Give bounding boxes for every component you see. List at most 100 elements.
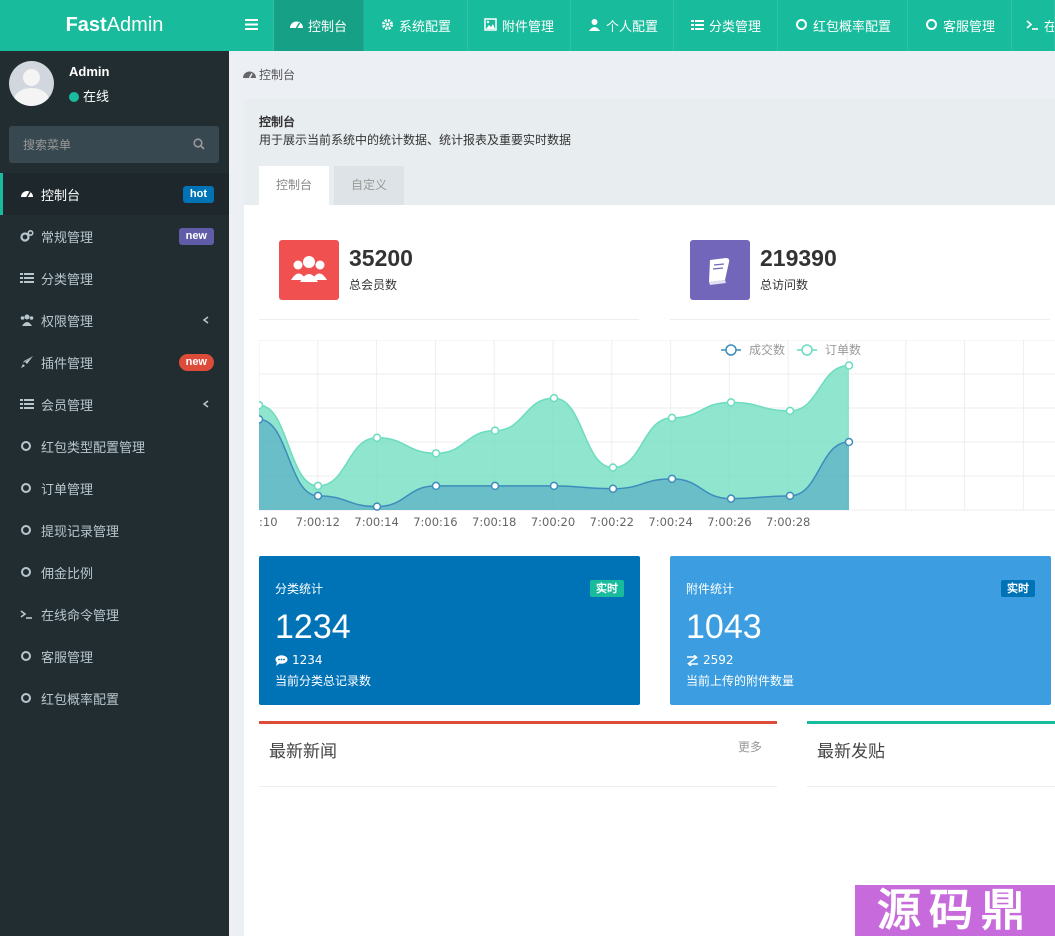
tab-attachment[interactable]: 附件管理 [468,0,571,51]
data-point [608,484,618,493]
data-point [372,502,382,511]
data-point [667,413,677,423]
attachment-stat-value: 1043 [686,608,762,646]
circle-icon [21,567,31,577]
rocket-icon [21,356,33,368]
latest-posts-box: 最新发贴 [807,721,1055,787]
data-point [372,433,382,442]
circle-icon [21,525,31,535]
sidebar-item-member[interactable]: 会员管理 [0,383,229,425]
sidebar-item-category[interactable]: 分类管理 [0,257,229,299]
data-point [431,449,441,458]
stat-members-value: 35200 [349,245,413,271]
sidebar-toggle-button[interactable] [229,0,274,51]
user-status: 在线 [69,86,109,105]
tab-category[interactable]: 分类管理 [674,0,778,51]
data-point [431,481,441,491]
users-icon [279,240,339,300]
circle-icon [796,19,807,30]
data-point [259,400,264,410]
legend-marker [725,344,737,356]
avatar[interactable] [9,61,54,106]
category-stat-title: 分类统计 [275,582,324,596]
group-icon [20,314,34,326]
breadcrumb: 控制台 [243,66,295,83]
tab-command[interactable]: 在 [1012,0,1055,51]
data-point [726,494,736,503]
data-point [313,491,323,501]
attachment-stat-title: 附件统计 [686,582,735,596]
category-stat-box: 分类统计 实时 1234 1234 当前分类总记录数 [259,556,640,705]
panel-description: 用于展示当前系统中的统计数据、统计报表及重要实时数据 [259,133,572,147]
panel-title: 控制台 [259,115,296,129]
comment-icon [275,655,288,666]
data-point [313,481,323,491]
data-point [549,393,559,403]
chevron-left-icon [202,400,209,408]
legend-marker [801,344,813,356]
dashboard-icon [21,191,33,198]
list-icon [20,273,34,283]
search-icon[interactable] [193,138,205,150]
hamburger-icon [245,19,258,30]
circle-icon [21,693,31,703]
logo[interactable]: FastAdmin [0,0,229,51]
attachment-stat-footer: 当前上传的附件数量 [686,674,795,688]
image-icon [484,18,497,31]
x-tick-label: 7:00:26 [707,515,751,529]
tab-service[interactable]: 客服管理 [908,0,1012,51]
sidebar-item-auth[interactable]: 权限管理 [0,299,229,341]
category-stat-sub: 1234 [275,653,323,667]
list-icon [691,20,704,30]
circle-icon [21,441,31,451]
hot-badge: hot [182,186,214,203]
x-tick-label: 7:00:22 [590,515,634,529]
new-badge: new [178,228,214,245]
sidebar-item-redpacket-type[interactable]: 红包类型配置管理 [0,425,229,467]
sidebar-item-service[interactable]: 客服管理 [0,635,229,677]
tab-dashboard[interactable]: 控制台 [274,0,364,51]
x-tick-label: 7:00:28 [766,515,810,529]
data-point [785,406,795,416]
online-dot-icon [69,92,79,102]
tab-redpacket-prob[interactable]: 红包概率配置 [778,0,908,51]
sidebar-item-order[interactable]: 订单管理 [0,467,229,509]
realtime-badge: 实时 [590,580,624,597]
terminal-icon [20,610,32,619]
book-icon [690,240,750,300]
more-link[interactable]: 更多 [738,738,762,755]
swap-icon [687,654,698,667]
circle-icon [926,19,937,30]
new-badge: new [178,354,214,371]
tab-dashboard-panel[interactable]: 控制台 [259,166,329,205]
tab-system-config[interactable]: 系统配置 [364,0,468,51]
tab-profile[interactable]: 个人配置 [571,0,674,51]
x-tick-label: :10 [259,515,278,529]
sidebar-item-redpacket-prob[interactable]: 红包概率配置 [0,677,229,719]
terminal-icon [1026,20,1038,30]
sidebar-item-commission[interactable]: 佣金比例 [0,551,229,593]
data-point [608,463,618,472]
search-input[interactable] [9,126,189,163]
data-point [667,474,677,484]
sidebar-item-general[interactable]: 常规管理 new [0,215,229,257]
data-point [259,415,264,424]
realtime-badge: 实时 [1001,580,1035,597]
watermark-logo: 源码鼎 [855,885,1055,936]
gear-icon [382,19,393,30]
sidebar-item-dashboard[interactable]: 控制台 hot [0,173,229,215]
stat-visits: 219390 总访问数 [670,221,1050,320]
latest-news-title: 最新新闻 [269,742,337,762]
x-tick-label: 7:00:16 [413,515,457,529]
category-stat-value: 1234 [275,608,351,646]
sidebar-item-withdraw[interactable]: 提现记录管理 [0,509,229,551]
sidebar-item-command[interactable]: 在线命令管理 [0,593,229,635]
attachment-stat-sub: 2592 [686,653,734,667]
sidebar-item-addon[interactable]: 插件管理 new [0,341,229,383]
trend-chart: :10 7:00:12 7:00:14 7:00:16 7:00:18 7:00:20 7:… [259,340,1055,529]
data-point [726,398,736,407]
data-point [549,481,559,491]
circle-icon [21,483,31,493]
tab-custom[interactable]: 自定义 [334,166,404,205]
latest-posts-title: 最新发贴 [817,742,885,762]
